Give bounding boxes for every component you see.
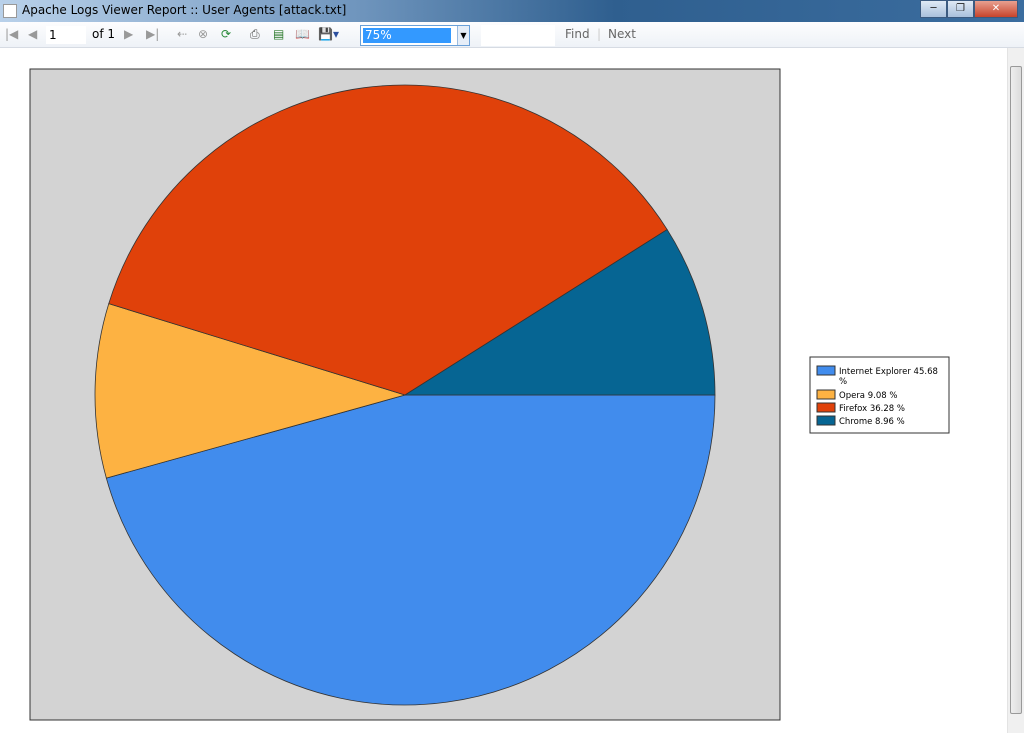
first-page-icon[interactable]: |◀ xyxy=(5,27,18,41)
export-icon[interactable]: 💾▾ xyxy=(318,27,339,41)
page-count: of 1 xyxy=(92,27,116,41)
print-layout-icon[interactable]: ▤ xyxy=(273,27,284,41)
chevron-down-icon[interactable]: ▼ xyxy=(457,26,469,45)
legend-label: Chrome 8.96 % xyxy=(839,417,905,427)
restore-button[interactable]: ❐ xyxy=(947,0,974,18)
vertical-scrollbar[interactable] xyxy=(1007,48,1024,733)
pie-chart: Internet Explorer 45.68 %Opera 9.08 %Fire… xyxy=(29,68,950,721)
zoom-select[interactable]: 75% ▼ xyxy=(360,25,470,46)
find-button[interactable]: Find xyxy=(565,27,590,41)
next-page-icon[interactable]: ▶ xyxy=(124,27,133,41)
legend-swatch xyxy=(816,389,836,400)
page-setup-icon[interactable]: 📖 xyxy=(295,27,310,41)
window-title: Apache Logs Viewer Report :: User Agents… xyxy=(22,3,347,17)
legend-label: Opera 9.08 % xyxy=(839,391,897,401)
scrollbar-thumb[interactable] xyxy=(1010,66,1022,714)
legend-swatch xyxy=(816,415,836,426)
close-button[interactable]: ✕ xyxy=(974,0,1018,18)
refresh-icon[interactable]: ⟳ xyxy=(221,27,231,41)
title-bar: Apache Logs Viewer Report :: User Agents… xyxy=(0,0,1024,22)
find-input[interactable] xyxy=(481,25,555,46)
legend-swatch xyxy=(816,365,836,376)
prev-page-icon[interactable]: ◀ xyxy=(28,27,37,41)
last-page-icon[interactable]: ▶| xyxy=(146,27,159,41)
app-icon xyxy=(3,4,17,18)
stop-icon[interactable]: ⊗ xyxy=(198,27,208,41)
separator: | xyxy=(597,27,602,41)
print-icon[interactable]: ⎙ xyxy=(250,27,260,42)
report-toolbar: |◀ ◀ 1 of 1 ▶ ▶| ⇠ ⊗ ⟳ ⎙ ▤ 📖 💾▾ 75% ▼ Fin… xyxy=(0,22,1024,48)
zoom-value: 75% xyxy=(363,28,451,43)
next-button[interactable]: Next xyxy=(608,27,636,41)
page-input[interactable]: 1 xyxy=(46,26,86,44)
minimize-button[interactable]: ─ xyxy=(920,0,947,18)
legend-label: Firefox 36.28 % xyxy=(839,404,905,414)
legend-swatch xyxy=(816,402,836,413)
back-icon[interactable]: ⇠ xyxy=(177,27,187,41)
